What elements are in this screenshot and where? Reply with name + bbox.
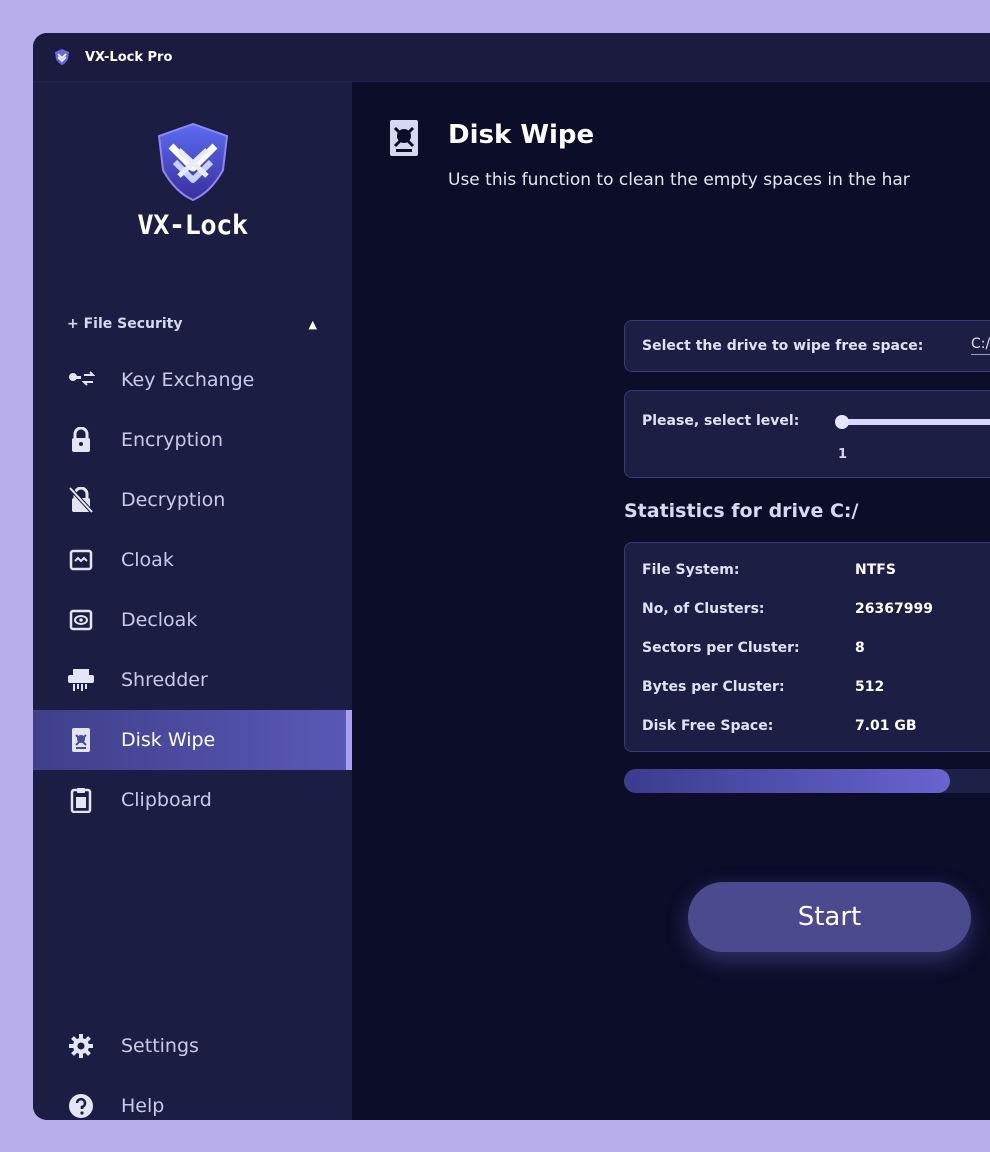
stat-value: NTFS [855, 562, 896, 578]
help-icon [67, 1092, 95, 1120]
eye-icon [67, 606, 95, 634]
sidebar: VX-Lock + File Security ▲ Key Exchange E… [33, 82, 352, 1120]
sidebar-item-label: Encryption [121, 429, 224, 451]
disk-wipe-icon [67, 726, 95, 754]
sidebar-item-label: Decloak [121, 609, 198, 631]
drive-select-label: Select the drive to wipe free space: [642, 338, 924, 354]
level-slider-thumb[interactable] [835, 415, 849, 429]
sidebar-item-label: Key Exchange [121, 369, 255, 391]
sidebar-item-label: Shredder [121, 669, 208, 691]
stat-row: Bytes per Cluster: 512 [642, 679, 884, 699]
wipe-progress-bar [624, 769, 990, 793]
app-shield-icon [53, 48, 71, 66]
stat-key: Disk Free Space: [642, 718, 774, 734]
stat-value: 512 [855, 679, 885, 695]
page-description: Use this function to clean the empty spa… [448, 170, 910, 190]
sidebar-bottom-nav: Settings Help [33, 1016, 352, 1120]
drive-select[interactable]: C:/ [971, 336, 990, 355]
stat-key: File System: [642, 562, 740, 578]
section-file-security[interactable]: + File Security ▲ [67, 316, 317, 332]
level-select-card: Please, select level: 1 [624, 390, 990, 478]
sidebar-item-encryption[interactable]: Encryption [33, 410, 352, 470]
stat-key: Sectors per Cluster: [642, 640, 800, 656]
sidebar-item-shredder[interactable]: Shredder [33, 650, 352, 710]
sidebar-item-label: Clipboard [121, 789, 212, 811]
stat-value: 26367999 [855, 601, 933, 617]
gear-icon [67, 1032, 95, 1060]
clipboard-icon [67, 786, 95, 814]
main-content: Disk Wipe Use this function to clean the… [352, 82, 990, 1120]
key-exchange-icon [67, 366, 95, 394]
shredder-icon [67, 666, 95, 694]
sidebar-item-label: Decryption [121, 489, 226, 511]
stat-row: Disk Free Space: 7.01 GB [642, 718, 917, 738]
drive-select-card: Select the drive to wipe free space: C:/ [624, 320, 990, 372]
stat-key: Bytes per Cluster: [642, 679, 785, 695]
stat-row: Sectors per Cluster: 8 [642, 640, 865, 660]
start-button[interactable]: Start [688, 882, 971, 952]
level-value: 1 [838, 447, 848, 462]
stat-key: No, of Clusters: [642, 601, 765, 617]
lock-icon [67, 426, 95, 454]
sidebar-nav: Key Exchange Encryption Decryption Cloak… [33, 350, 352, 830]
stat-row: No, of Clusters: 26367999 [642, 601, 933, 621]
sidebar-item-label: Help [121, 1095, 165, 1117]
sidebar-item-decloak[interactable]: Decloak [33, 590, 352, 650]
stat-value: 8 [855, 640, 865, 656]
logo-shield-icon [157, 122, 228, 202]
logo-text: VX-Lock [137, 210, 248, 241]
sidebar-item-help[interactable]: Help [33, 1076, 352, 1120]
page-title: Disk Wipe [448, 120, 595, 150]
stats-title: Statistics for drive C:/ [624, 500, 859, 522]
logo: VX-Lock [33, 122, 352, 241]
cloak-icon [67, 546, 95, 574]
unlock-icon [67, 486, 95, 514]
sidebar-item-label: Disk Wipe [121, 729, 216, 751]
wipe-progress-fill [624, 769, 950, 793]
disk-wipe-icon [390, 120, 418, 156]
sidebar-item-key-exchange[interactable]: Key Exchange [33, 350, 352, 410]
level-slider-track[interactable] [839, 419, 990, 425]
level-label: Please, select level: [642, 413, 800, 429]
stats-card: File System: NTFS No, of Clusters: 26367… [624, 542, 990, 752]
section-label: + File Security [67, 316, 183, 332]
stat-row: File System: NTFS [642, 562, 896, 582]
sidebar-item-label: Cloak [121, 549, 174, 571]
sidebar-item-cloak[interactable]: Cloak [33, 530, 352, 590]
title-bar: VX-Lock Pro [33, 33, 990, 82]
sidebar-item-disk-wipe[interactable]: Disk Wipe [33, 710, 352, 770]
sidebar-item-settings[interactable]: Settings [33, 1016, 352, 1076]
caret-up-icon: ▲ [308, 317, 317, 331]
app-window: VX-Lock Pro VX-Lock + File Security ▲ Ke… [33, 33, 990, 1120]
sidebar-item-decryption[interactable]: Decryption [33, 470, 352, 530]
window-title: VX-Lock Pro [85, 49, 173, 65]
sidebar-item-label: Settings [121, 1035, 199, 1057]
stat-value: 7.01 GB [855, 718, 917, 734]
sidebar-item-clipboard[interactable]: Clipboard [33, 770, 352, 830]
